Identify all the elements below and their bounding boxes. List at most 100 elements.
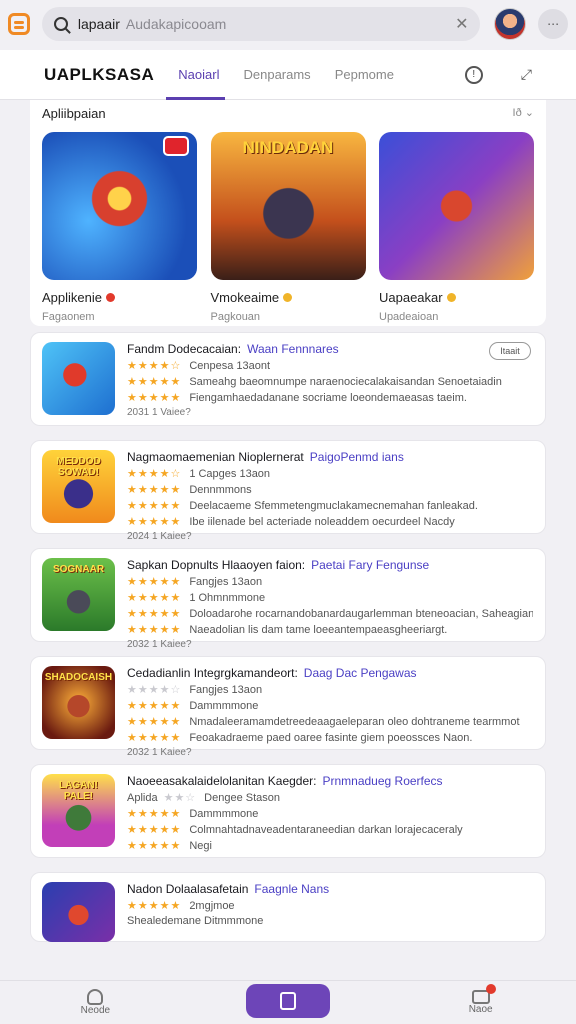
game-icon[interactable] <box>42 882 115 942</box>
search-query[interactable]: lapaair <box>78 16 120 32</box>
game-footer: 2031 1 Vaiee? <box>127 407 191 418</box>
brand-title: UAPLKSASA <box>44 64 155 84</box>
app-logo-icon[interactable] <box>8 13 30 35</box>
info-icon[interactable]: ! <box>464 65 483 84</box>
game-desc: Negi <box>189 839 212 852</box>
game-desc: Dammmmone <box>189 699 259 712</box>
game-title: Fandm Dodecacaian: <box>127 342 242 356</box>
game-publisher[interactable]: Paetai Fary Fengunse <box>311 558 429 572</box>
featured-name: Uapaeakar <box>379 290 443 305</box>
featured-card[interactable]: NINDADAN Vmokeaime Pagkouan <box>210 132 366 323</box>
game-desc: Colmnahtadnaveadentaraneedian darkan lor… <box>189 823 463 836</box>
featured-sub: Pagkouan <box>210 311 261 323</box>
star-rating-icon: ★★★★★ <box>127 808 182 820</box>
badge-icon <box>163 136 189 156</box>
star-rating-icon: ★★★★★ <box>127 484 182 496</box>
featured-game-image[interactable] <box>42 132 197 280</box>
user-icon <box>87 989 104 1005</box>
game-desc: Sameahg baeomnumpe naraenociecalakaisand… <box>189 375 502 388</box>
featured-card[interactable]: Uapaeakar Upadeaioan <box>379 132 534 323</box>
rating-text: Fangjes 13aon <box>189 575 263 588</box>
nav-label: Neode <box>80 1005 111 1016</box>
game-publisher[interactable]: Daag Dac Pengawas <box>304 666 417 680</box>
icon-label: MEDDOD SOWAD! <box>56 456 101 478</box>
avatar[interactable] <box>494 8 527 40</box>
star-rating-icon: ★★★★★ <box>127 700 182 712</box>
header-tabs: UAPLKSASA Naoiarl Denparams Pepmome ! ⤢ <box>0 50 576 100</box>
icon-label: SOGNAAR <box>52 564 105 575</box>
star-rating-icon: ★★★★☆ <box>127 360 182 372</box>
list-item[interactable]: Fandm Dodecacaian: Waan Fennnares ★★★★☆ Ce… <box>30 332 546 426</box>
game-icon[interactable] <box>42 342 115 415</box>
game-desc: Doloadarohe rocarnandobanardaugarlemman … <box>189 607 533 620</box>
nav-label: Naoe <box>468 1004 493 1015</box>
tab-denparams[interactable]: Denparams <box>243 50 310 100</box>
more-icon[interactable]: ⋯ <box>538 9 568 39</box>
star-rating-icon: ★★★★★ <box>127 716 182 728</box>
bottom-nav: Neode Naoe <box>0 980 576 1024</box>
game-footer: 2032 1 Kaiee? <box>127 639 192 650</box>
status-dot-icon <box>106 293 115 302</box>
store-icon <box>279 991 296 1010</box>
star-rating-icon: ★★★★★ <box>127 376 182 388</box>
game-desc: Naeadolian lis dam tame loeeantempaeasgh… <box>189 623 448 636</box>
list-item[interactable]: Nadon Dolaalasafetain Faagnle Nans ★★★★★ 2… <box>30 872 546 942</box>
game-title: Nagmaomaemenian Nioplernerat <box>127 450 304 464</box>
featured-sub: Upadeaioan <box>379 311 439 323</box>
featured-game-image[interactable] <box>379 132 534 280</box>
search-bar[interactable]: lapaair Audakapicooam ✕ <box>41 7 481 41</box>
list-item[interactable]: MEDDOD SOWAD! Nagmaomaemenian Nioplerner… <box>30 440 546 542</box>
nav-item-home[interactable]: Neode <box>55 989 135 1016</box>
game-list: Fandm Dodecacaian: Waan Fennnares ★★★★☆ Ce… <box>30 332 546 956</box>
tab-naoiarl[interactable]: Naoiarl <box>166 50 226 100</box>
game-title: Sapkan Dopnults Hlaaoyen faion: <box>127 558 306 572</box>
game-publisher[interactable]: Waan Fennnares <box>247 342 339 356</box>
status-dot-icon <box>446 293 456 302</box>
nav-item-notifications[interactable]: Naoe <box>441 984 521 1015</box>
star-rating-icon: ★★★★★ <box>127 592 182 604</box>
game-footer: 2032 1 Kaiee? <box>127 747 192 758</box>
nav-item-store[interactable] <box>245 983 330 1018</box>
featured-name: Applikenie <box>42 290 102 305</box>
featured-card[interactable]: Applikenie Fagaonem <box>42 132 197 323</box>
game-title: Naoeeasakalaidelolanitan Kaegder: <box>127 774 317 788</box>
game-footer: 2024 1 Kaiee? <box>127 531 192 542</box>
game-desc: Dammmmone <box>189 807 259 820</box>
game-title: Cedadianlin Integrgkamandeort: <box>127 666 298 680</box>
star-rating-icon: ★★★★★ <box>127 840 182 852</box>
star-rating-icon: ★★★★★ <box>127 900 182 912</box>
game-desc: Ibe iilenade bel acteriade noleaddem oec… <box>189 515 455 528</box>
game-icon[interactable]: SHADOCAISH <box>42 666 115 739</box>
game-icon[interactable]: SOGNAAR <box>42 558 115 631</box>
game-publisher[interactable]: Prnmnadueg Roerfecs <box>322 774 442 788</box>
star-rating-icon: ★★★★★ <box>127 608 182 620</box>
featured-section: Apliibpaian Ið ⌄ Applikenie Fagaonem NIN… <box>30 100 546 326</box>
tab-pepmome[interactable]: Pepmome <box>335 50 394 100</box>
star-rating-icon: ★★★★★ <box>127 576 182 588</box>
close-x-icon[interactable]: ✕ <box>455 14 468 34</box>
notification-icon <box>471 984 496 1004</box>
list-item[interactable]: LAGAN! PALE! Naoeeasakalaidelolanitan Ka… <box>30 764 546 858</box>
star-rating-icon: ★★★★★ <box>127 516 182 528</box>
status-dot-icon <box>283 293 293 302</box>
expand-icon[interactable]: ⤢ <box>521 66 532 83</box>
game-desc: Dennmmons <box>189 483 252 496</box>
list-item[interactable]: SHADOCAISH Cedadianlin Integrgkamandeort… <box>30 656 546 758</box>
star-rating-icon: ★★★★☆ <box>127 468 182 480</box>
featured-more[interactable]: Ið ⌄ <box>513 106 534 121</box>
game-publisher[interactable]: PaigoPenmd ians <box>310 450 404 464</box>
game-desc: Shealedemane Ditmmmone <box>127 915 264 927</box>
game-publisher[interactable]: Faagnle Nans <box>254 882 329 896</box>
rating-text: 1 Capges 13aon <box>189 467 271 480</box>
featured-game-image[interactable]: NINDADAN <box>210 132 366 280</box>
list-item[interactable]: SOGNAAR Sapkan Dopnults Hlaaoyen faion: P… <box>30 548 546 650</box>
game-icon[interactable]: LAGAN! PALE! <box>42 774 115 847</box>
star-rating-icon: ★★★★☆ <box>127 684 182 696</box>
rating-text: Cenpesa 13aont <box>189 359 271 372</box>
rating-text: Fangjes 13aon <box>189 683 263 696</box>
game-subtitle: Aplida <box>127 791 158 804</box>
game-icon[interactable]: MEDDOD SOWAD! <box>42 450 115 523</box>
star-rating-icon: ★★★★★ <box>127 392 182 404</box>
star-rating-icon: ★★★★★ <box>127 624 182 636</box>
open-button[interactable]: Itaait <box>489 342 531 360</box>
